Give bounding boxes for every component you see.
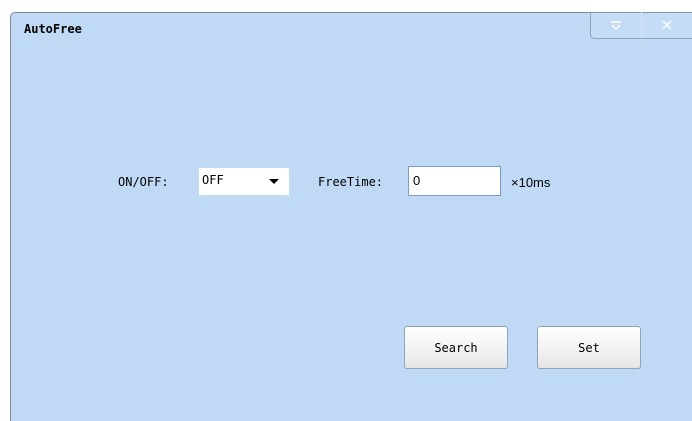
freetime-label: FreeTime: [318,175,384,189]
freetime-input[interactable]: 0 [408,166,501,196]
menu-icon [611,21,621,31]
onoff-selected-value: OFF [202,173,224,187]
autofree-window: AutoFree ON/OFF: OFF FreeTime: 0 ×10ms S… [10,12,692,421]
unit-label: ×10ms [511,175,551,190]
set-button[interactable]: Set [537,326,641,369]
menu-button[interactable] [591,12,641,38]
close-button[interactable] [641,12,692,38]
chevron-down-icon [269,179,279,184]
window-controls [590,12,692,39]
onoff-select[interactable]: OFF [199,168,289,195]
window-title: AutoFree [24,22,82,36]
close-icon [662,20,672,30]
search-button[interactable]: Search [404,326,508,369]
onoff-label: ON/OFF: [118,175,169,189]
